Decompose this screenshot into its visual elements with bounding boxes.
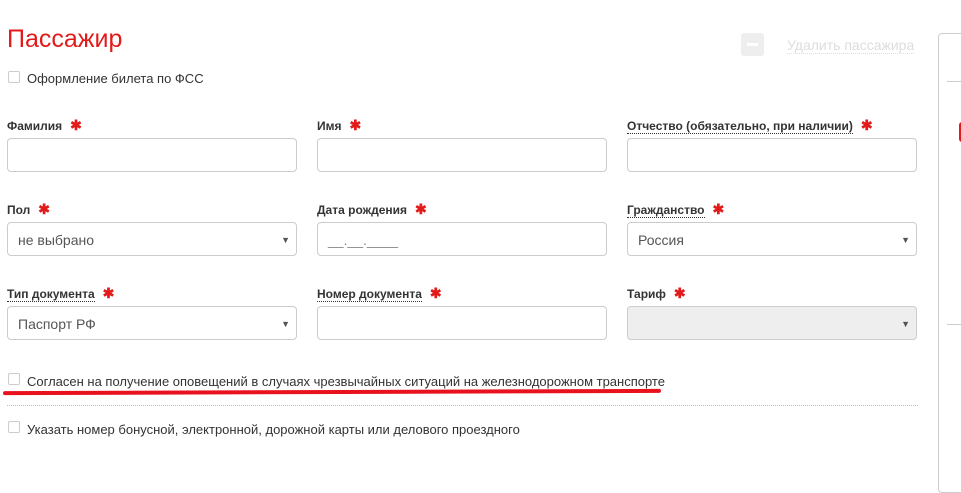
card-checkbox[interactable] [8,421,20,433]
patronymic-input[interactable] [627,138,917,172]
fss-label: Оформление билета по ФСС [27,71,204,86]
dropdown-arrow-icon: ▼ [281,319,290,329]
birthdate-label: Дата рождения [317,203,408,217]
remove-passenger-button[interactable] [741,33,764,56]
citizenship-label[interactable]: Гражданство [627,203,705,218]
side-panel [938,33,961,493]
card-label: Указать номер бонусной, электронной, дор… [27,422,520,437]
dropdown-arrow-icon: ▼ [901,235,910,245]
required-icon: ✱ [38,201,51,217]
highlight-underline [2,388,662,396]
doctype-label[interactable]: Тип документа [7,287,95,302]
remove-passenger-link[interactable]: Удалить пассажира [787,38,915,54]
doctype-value: Паспорт РФ [18,316,96,332]
required-icon: ✱ [712,201,725,217]
dropdown-arrow-icon: ▼ [281,235,290,245]
citizenship-select[interactable]: Россия ▼ [627,222,917,256]
birthdate-input[interactable]: __.__.____ [317,222,607,256]
required-icon: ✱ [415,201,427,217]
gender-label: Пол [7,203,31,217]
dropdown-arrow-icon: ▼ [901,319,910,329]
fss-checkbox[interactable] [8,71,20,83]
tariff-label: Тариф [627,287,666,301]
docnumber-label[interactable]: Номер документа [317,287,422,302]
consent-label: Согласен на получение оповещений в случа… [27,374,665,389]
firstname-label: Имя [317,119,342,133]
required-icon: ✱ [673,285,686,301]
gender-value: не выбрано [18,232,95,248]
required-icon: ✱ [349,117,362,133]
required-icon: ✱ [102,285,115,301]
patronymic-label[interactable]: Отчество (обязательно, при наличии) [627,119,853,134]
lastname-input[interactable] [7,138,297,172]
doctype-select[interactable]: Паспорт РФ ▼ [7,306,297,340]
required-icon: ✱ [70,117,82,133]
page-title: Пассажир [7,25,123,53]
firstname-input[interactable] [317,138,607,172]
gender-select[interactable]: не выбрано ▼ [7,222,297,256]
consent-checkbox[interactable] [8,373,20,385]
divider [7,405,918,406]
citizenship-value: Россия [638,232,684,248]
tariff-select[interactable]: ▼ [627,306,917,340]
required-icon: ✱ [860,117,873,133]
required-icon: ✱ [429,285,442,301]
docnumber-input[interactable] [317,306,607,340]
lastname-label: Фамилия [7,119,63,133]
